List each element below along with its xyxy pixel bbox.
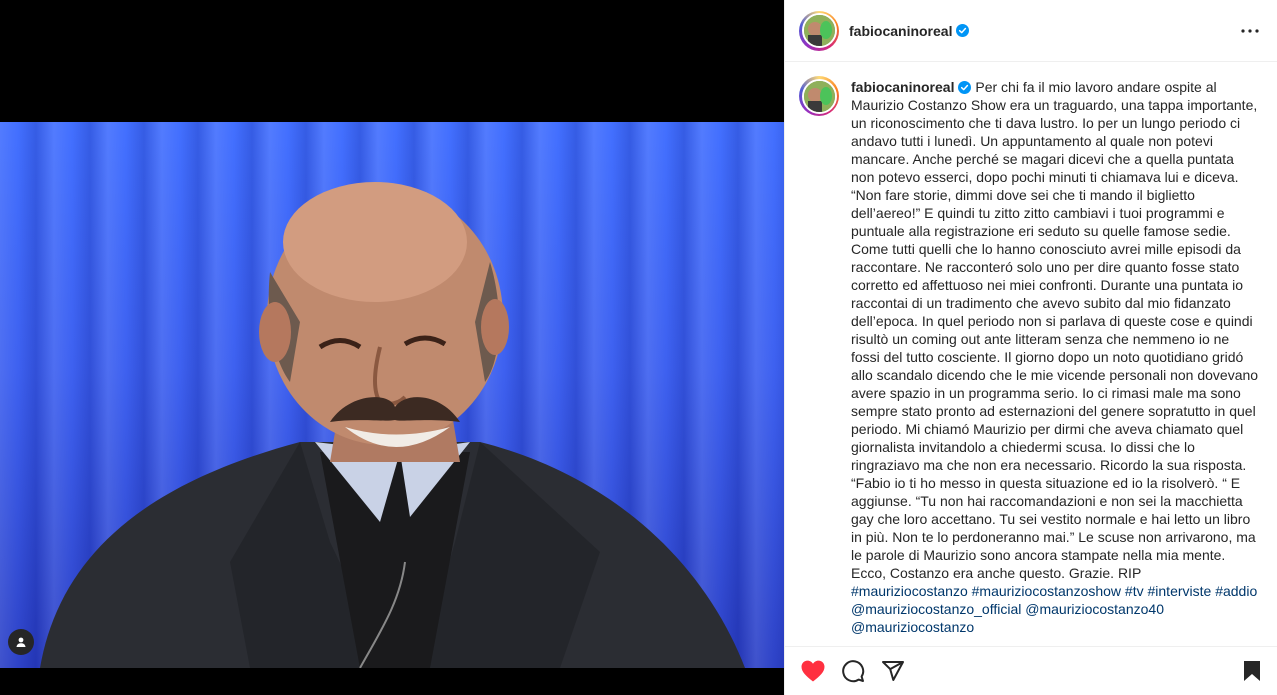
caption-text: fabiocaninoreal Per chi fa il mio lavoro… (851, 78, 1261, 646)
post-media (0, 0, 784, 695)
more-options-icon (1241, 28, 1259, 33)
hashtag-link[interactable]: #mauriziocostanzoshow (972, 583, 1121, 599)
share-button[interactable] (879, 657, 907, 685)
hashtag-link[interactable]: #mauriziocostanzo (851, 583, 968, 599)
action-bar (785, 646, 1277, 695)
user-tag-button[interactable] (8, 629, 34, 655)
more-options-button[interactable] (1237, 21, 1263, 41)
share-icon (882, 661, 904, 681)
hashtag-link[interactable]: #addio (1215, 583, 1257, 599)
caption-author-avatar[interactable] (799, 76, 839, 116)
caption-rip: RIP (1117, 565, 1142, 581)
like-button[interactable] (799, 657, 827, 685)
author-username[interactable]: fabiocaninoreal (849, 23, 952, 39)
mention-link[interactable]: @mauriziocostanzo_official (851, 601, 1021, 617)
avatar-image (801, 13, 837, 48)
post-photo[interactable] (0, 122, 784, 668)
caption-area: fabiocaninoreal Per chi fa il mio lavoro… (785, 62, 1277, 646)
verified-badge-icon (958, 81, 972, 94)
post-header: fabiocaninoreal (785, 0, 1277, 62)
comment-button[interactable] (839, 657, 867, 685)
caption-username[interactable]: fabiocaninoreal (851, 79, 954, 95)
author-avatar[interactable] (799, 10, 839, 51)
hashtag-link[interactable]: #interviste (1148, 583, 1212, 599)
hashtag-link[interactable]: #tv (1125, 583, 1144, 599)
avatar-image (801, 78, 837, 114)
verified-badge-icon (956, 24, 970, 37)
caption-body: Per chi fa il mio lavoro andare ospite a… (851, 79, 1259, 581)
heart-filled-icon (801, 660, 825, 682)
save-button[interactable] (1238, 657, 1266, 685)
comment-icon (842, 660, 865, 683)
user-tag-icon (16, 637, 26, 647)
portrait-illustration (40, 182, 745, 668)
bookmark-icon (1244, 661, 1260, 681)
post-sidebar: fabiocaninoreal fabiocaninoreal Per chi … (784, 0, 1277, 695)
